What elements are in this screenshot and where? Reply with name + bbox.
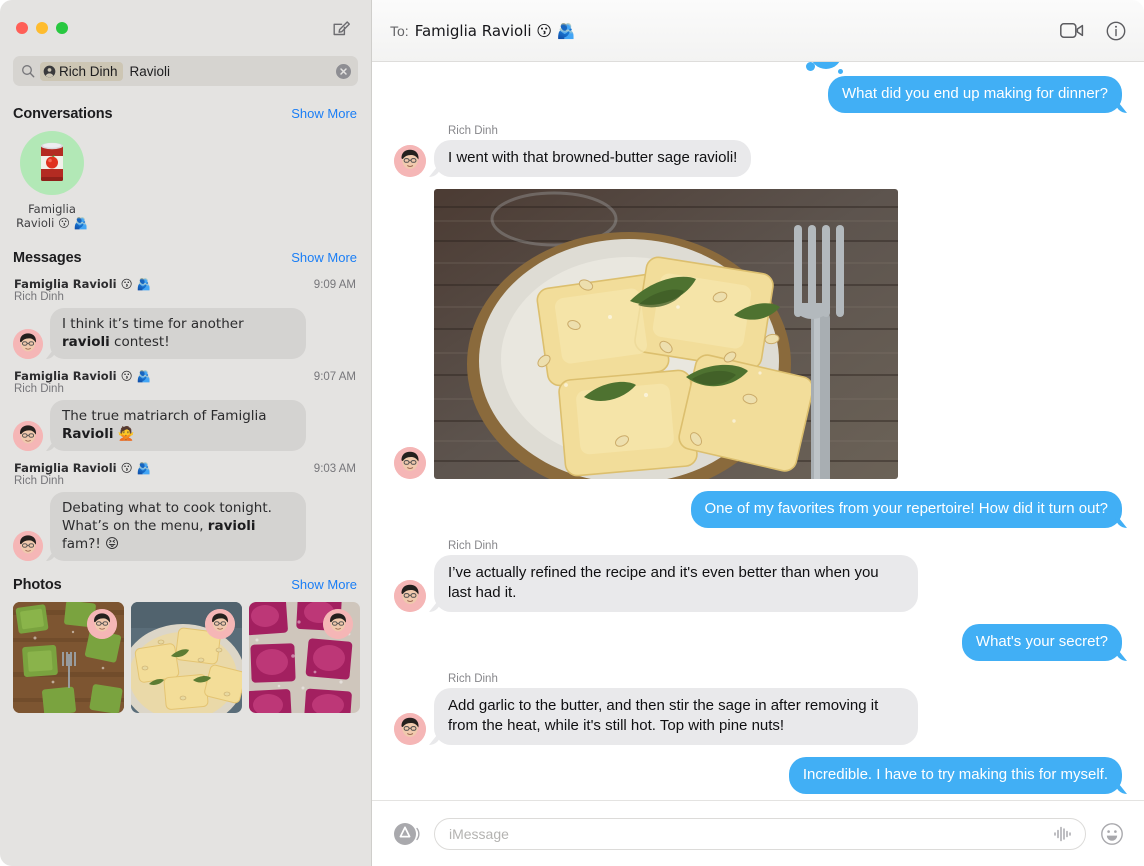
memoji-avatar <box>394 713 426 745</box>
memoji-avatar <box>394 447 426 479</box>
memoji-avatar <box>13 329 43 359</box>
conversations-title: Conversations <box>13 106 113 122</box>
result-timestamp: 9:07 AM <box>313 371 356 383</box>
result-sender: Rich Dinh <box>14 291 64 303</box>
imessage-input[interactable] <box>449 825 1053 842</box>
compose-bar <box>372 800 1144 866</box>
message-row: What's your secret? <box>394 624 1122 661</box>
result-sender: Rich Dinh <box>14 475 64 487</box>
photo-thumbnail[interactable] <box>131 602 242 713</box>
result-snippet: I think it’s time for another ravioli co… <box>50 308 306 359</box>
photos-section-header: Photos Show More <box>0 567 371 600</box>
messages-show-more[interactable]: Show More <box>291 250 357 265</box>
message-search-results: Famiglia Ravioli 😗 🫂 9:09 AM Rich Dinh I t… <box>0 273 371 567</box>
message-row: Rich Dinh I’ve actually refined the reci… <box>394 540 1122 612</box>
message-row-photo <box>394 62 1122 479</box>
conversation-result-label: Famiglia Ravioli 😗 🫂 <box>16 202 88 230</box>
message-sender-name: Rich Dinh <box>448 125 498 137</box>
messages-window: Rich Dinh Ravioli Conversations Show Mor… <box>0 0 1144 866</box>
search-token-rich-dinh[interactable]: Rich Dinh <box>40 61 123 81</box>
message-sender-name: Rich Dinh <box>448 673 498 685</box>
search-container: Rich Dinh Ravioli <box>0 56 371 96</box>
incoming-message-group: Rich Dinh I’ve actually refined the reci… <box>394 540 919 612</box>
photo-thumbnail[interactable] <box>249 602 360 713</box>
message-search-result[interactable]: Famiglia Ravioli 😗 🫂 9:09 AM Rich Dinh I t… <box>0 273 371 365</box>
incoming-message-group: Rich Dinh I went with that browned-butte… <box>394 125 752 177</box>
conversation-header: To: Famiglia Ravioli 😗 🫂 <box>372 0 1144 62</box>
minimize-button[interactable] <box>36 22 48 34</box>
search-field[interactable]: Rich Dinh Ravioli <box>13 56 358 86</box>
conversations-show-more[interactable]: Show More <box>291 106 357 121</box>
conversations-section-header: Conversations Show More <box>0 96 371 129</box>
memoji-avatar <box>323 609 353 639</box>
header-actions <box>1060 21 1126 41</box>
message-bubble-outgoing[interactable]: Incredible. I have to try making this fo… <box>788 757 1122 794</box>
search-query-text[interactable]: Ravioli <box>130 64 171 79</box>
search-token-label: Rich Dinh <box>59 63 118 79</box>
message-row: Incredible. I have to try making this fo… <box>394 757 1122 794</box>
message-bubble-incoming[interactable]: I’ve actually refined the recipe and it'… <box>434 555 919 612</box>
message-search-result[interactable]: Famiglia Ravioli 😗 🫂 9:07 AM Rich Dinh The… <box>0 365 371 457</box>
message-photo-attachment[interactable] <box>434 189 898 479</box>
result-chat-name: Famiglia Ravioli 😗 🫂 <box>14 461 151 475</box>
compose-icon[interactable] <box>329 16 353 40</box>
message-sender-name: Rich Dinh <box>448 540 498 552</box>
sidebar-titlebar <box>0 0 371 56</box>
sidebar: Rich Dinh Ravioli Conversations Show Mor… <box>0 0 372 866</box>
messages-section-header: Messages Show More <box>0 240 371 273</box>
heart-tapback-icon[interactable] <box>806 62 843 74</box>
result-snippet: The true matriarch of Famiglia Ravioli 🙅 <box>50 400 306 451</box>
message-bubble-outgoing[interactable]: What's your secret? <box>961 624 1122 661</box>
app-store-icon[interactable] <box>392 820 420 848</box>
conversation-pane: To: Famiglia Ravioli 😗 🫂 What did you en… <box>372 0 1144 866</box>
message-row: Rich Dinh I went with that browned-butte… <box>394 125 1122 177</box>
message-row: Rich Dinh Add garlic to the butter, and … <box>394 673 1122 745</box>
result-timestamp: 9:09 AM <box>313 279 356 291</box>
message-row: One of my favorites from your repertoire… <box>394 491 1122 528</box>
memoji-avatar <box>87 609 117 639</box>
conversation-result-item[interactable]: Famiglia Ravioli 😗 🫂 <box>13 131 91 230</box>
recipient-name[interactable]: Famiglia Ravioli 😗 🫂 <box>415 22 576 40</box>
conversations-results: Famiglia Ravioli 😗 🫂 <box>0 129 371 240</box>
message-bubble-outgoing[interactable]: One of my favorites from your repertoire… <box>690 491 1122 528</box>
photos-show-more[interactable]: Show More <box>291 577 357 592</box>
photos-results <box>0 600 371 713</box>
result-snippet: Debating what to cook tonight. What’s on… <box>50 492 306 561</box>
search-icon <box>21 64 35 78</box>
photo-thumbnail[interactable] <box>13 602 124 713</box>
memoji-avatar <box>394 145 426 177</box>
message-bubble-incoming[interactable]: Add garlic to the butter, and then stir … <box>434 688 919 745</box>
message-bubble-outgoing[interactable]: What did you end up making for dinner? <box>828 76 1122 113</box>
result-timestamp: 9:03 AM <box>313 463 356 475</box>
message-search-result[interactable]: Famiglia Ravioli 😗 🫂 9:03 AM Rich Dinh Deb… <box>0 457 371 567</box>
result-chat-name: Famiglia Ravioli 😗 🫂 <box>14 369 151 383</box>
message-thread: What did you end up making for dinner? Ri… <box>372 62 1144 800</box>
memoji-avatar <box>394 580 426 612</box>
incoming-message-group: Rich Dinh Add garlic to the butter, and … <box>394 673 919 745</box>
result-sender: Rich Dinh <box>14 383 64 395</box>
to-label: To: <box>390 22 409 39</box>
traffic-lights <box>16 22 68 34</box>
memoji-avatar <box>13 531 43 561</box>
result-chat-name: Famiglia Ravioli 😗 🫂 <box>14 277 151 291</box>
message-bubble-incoming[interactable]: I went with that browned-butter sage rav… <box>434 140 752 177</box>
video-camera-icon[interactable] <box>1060 22 1084 39</box>
close-button[interactable] <box>16 22 28 34</box>
clear-icon[interactable] <box>336 63 351 79</box>
imessage-field[interactable] <box>434 817 1086 850</box>
audio-waveform-icon[interactable] <box>1053 826 1073 842</box>
canned-food-icon <box>20 131 84 195</box>
message-row: What did you end up making for dinner? <box>394 76 1122 113</box>
messages-title: Messages <box>13 250 82 266</box>
photos-title: Photos <box>13 577 62 593</box>
emoji-smiley-icon[interactable] <box>1100 822 1126 846</box>
memoji-avatar <box>13 421 43 451</box>
memoji-avatar <box>205 609 235 639</box>
zoom-button[interactable] <box>56 22 68 34</box>
person-circle-icon <box>43 65 56 78</box>
info-circle-icon[interactable] <box>1106 21 1126 41</box>
